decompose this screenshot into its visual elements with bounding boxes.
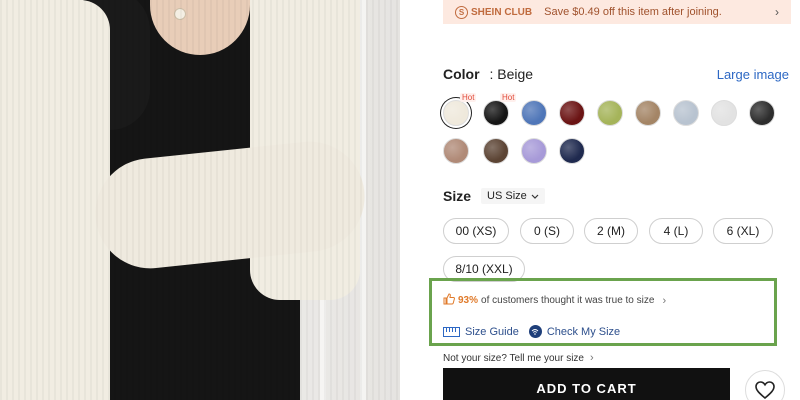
shein-club-banner[interactable]: S SHEIN CLUB Save $0.49 off this item af… <box>443 0 791 24</box>
chevron-down-icon <box>531 194 539 199</box>
chevron-right-icon: › <box>589 352 594 364</box>
color-swatch[interactable]: Hot <box>443 93 477 126</box>
knit-texture <box>0 0 400 400</box>
color-swatch[interactable] <box>521 100 547 126</box>
shein-club-logo-text: SHEIN CLUB <box>471 6 533 18</box>
color-swatch[interactable] <box>559 100 585 126</box>
size-option[interactable]: 4 (L) <box>649 218 703 244</box>
color-header: Color : Beige Large image <box>443 66 791 84</box>
size-tools-row: Size Guide Check My Size <box>443 325 630 338</box>
color-swatch[interactable] <box>559 138 585 164</box>
color-swatch[interactable] <box>521 138 547 164</box>
shein-club-logo: S SHEIN CLUB <box>455 5 533 19</box>
color-swatch[interactable] <box>673 100 699 126</box>
shein-club-message: Save $0.49 off this item after joining. <box>544 6 722 18</box>
product-photo <box>0 0 400 400</box>
check-my-size-label: Check My Size <box>546 325 621 338</box>
true-to-size-text: of customers thought it was true to size <box>481 295 655 306</box>
chevron-right-icon: › <box>662 294 667 307</box>
color-swatch[interactable] <box>483 138 509 164</box>
size-label: Size <box>443 188 472 204</box>
size-header: Size US Size <box>443 186 545 206</box>
hot-badge: Hot <box>460 93 477 102</box>
not-your-size-link[interactable]: Not your size? Tell me your size › <box>443 352 594 364</box>
color-swatch[interactable] <box>711 100 737 126</box>
color-label: Color <box>443 66 480 82</box>
heart-icon <box>755 381 775 400</box>
shein-club-s-icon: S <box>455 5 468 19</box>
size-unit-dropdown[interactable]: US Size <box>481 188 545 204</box>
color-swatch[interactable] <box>597 100 623 126</box>
fit-signal-icon <box>528 325 542 338</box>
color-swatch[interactable] <box>443 138 469 164</box>
true-to-size-row[interactable]: 93% of customers thought it was true to … <box>443 293 666 308</box>
ruler-icon <box>443 326 460 337</box>
color-swatch[interactable] <box>749 100 775 126</box>
large-image-link[interactable]: Large image <box>717 67 789 82</box>
color-value: : Beige <box>489 66 534 82</box>
true-to-size-percent: 93% <box>458 295 479 306</box>
size-guide-label: Size Guide <box>465 325 519 338</box>
size-option[interactable]: 2 (M) <box>584 218 638 244</box>
size-guide-link[interactable]: Size Guide <box>443 326 519 338</box>
not-your-size-text: Not your size? Tell me your size <box>443 352 584 364</box>
color-swatch[interactable] <box>635 100 661 126</box>
size-option[interactable]: 6 (XL) <box>713 218 773 244</box>
size-option[interactable]: 0 (S) <box>520 218 574 244</box>
hot-badge: Hot <box>500 93 517 102</box>
check-my-size-link[interactable]: Check My Size <box>528 325 621 338</box>
thumbs-up-icon <box>443 293 455 308</box>
size-option[interactable]: 00 (XS) <box>443 218 509 244</box>
chevron-right-icon: › <box>775 5 779 19</box>
add-to-cart-button[interactable]: ADD TO CART <box>443 368 730 400</box>
color-swatch[interactable]: Hot <box>483 93 517 126</box>
size-unit-value: US Size <box>487 190 527 202</box>
